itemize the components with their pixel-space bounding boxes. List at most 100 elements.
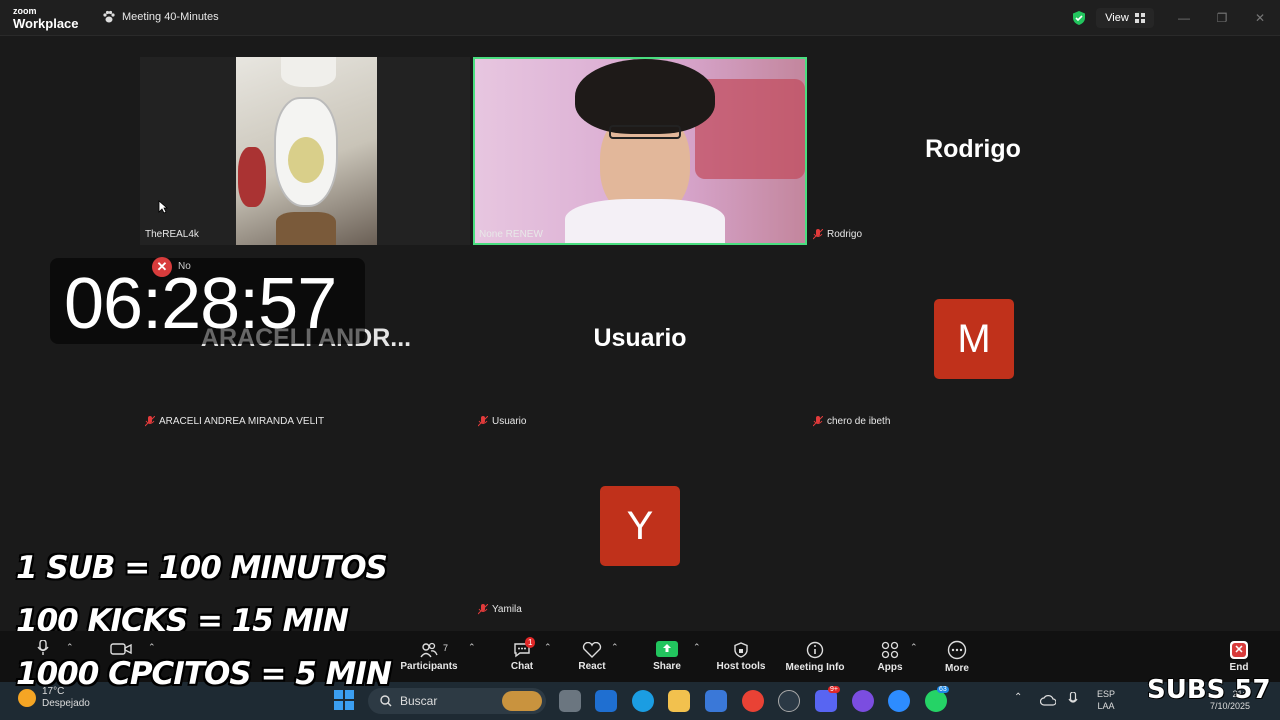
- mic-muted-icon: [813, 229, 823, 240]
- logo-line2: Workplace: [13, 16, 79, 31]
- maximize-icon[interactable]: ❐: [1212, 9, 1232, 27]
- overlay-no-label: No: [178, 261, 191, 272]
- participant-big-name: Rodrigo: [925, 135, 1021, 163]
- end-icon: ✕: [1230, 640, 1248, 659]
- host-shield-icon: [734, 641, 748, 658]
- tile-label-araceli: ARACELI ANDREA MIRANDA VELIT: [145, 416, 324, 427]
- avatar: Y: [600, 486, 680, 566]
- tile-label-usuario: Usuario: [478, 416, 526, 427]
- close-window-icon[interactable]: ✕: [1250, 9, 1270, 27]
- more-label: More: [945, 662, 969, 674]
- meeting-info-label: Meeting Info: [785, 661, 845, 673]
- countdown-timer: 06:28:57: [64, 264, 337, 344]
- participants-button[interactable]: Participants: [400, 631, 458, 682]
- participants-count: 7: [443, 643, 449, 653]
- video-tile-therealk[interactable]: TheREAL4k: [140, 57, 470, 245]
- tile-label-rodrigo: Rodrigo: [813, 229, 862, 240]
- video-camera-icon[interactable]: [110, 643, 132, 655]
- mic-muted-icon: [478, 604, 488, 615]
- react-caret-icon[interactable]: ⌃: [611, 642, 619, 653]
- more-button[interactable]: More: [940, 631, 974, 682]
- language-indicator[interactable]: ESP LAA: [1094, 688, 1118, 712]
- apps-button[interactable]: Apps: [874, 631, 906, 682]
- edge-icon[interactable]: [632, 690, 654, 712]
- cursor-icon: [158, 200, 168, 214]
- logo-line1: zoom: [13, 6, 37, 16]
- whatsapp-icon[interactable]: [925, 690, 947, 712]
- video-tile-none-renew[interactable]: None RENEW: [473, 57, 807, 245]
- video-options-caret-icon[interactable]: ⌃: [148, 642, 156, 653]
- participant-name: chero de ibeth: [827, 416, 891, 427]
- more-icon: [947, 640, 967, 659]
- heart-icon: [582, 641, 602, 658]
- participant-name: Yamila: [492, 604, 522, 615]
- ms-store-icon[interactable]: [705, 690, 727, 712]
- share-button[interactable]: Share: [648, 631, 686, 682]
- host-tools-button[interactable]: Host tools: [714, 631, 768, 682]
- windows-start-icon[interactable]: [334, 690, 354, 710]
- mic-muted-icon: [813, 416, 823, 427]
- participant-big-name: Usuario: [593, 324, 687, 352]
- video-tile-rodrigo[interactable]: Rodrigo Rodrigo: [808, 57, 1138, 245]
- app-circle-icon[interactable]: [852, 690, 874, 712]
- task-view-icon[interactable]: [559, 690, 581, 712]
- mic-muted-icon: [478, 416, 488, 427]
- whatsapp-badge: 63: [937, 686, 949, 693]
- subs-counter: SUBS 57: [1146, 674, 1271, 706]
- chrome-icon[interactable]: [742, 690, 764, 712]
- apps-icon: [881, 641, 899, 658]
- minimize-icon[interactable]: —: [1174, 9, 1194, 27]
- react-label: React: [578, 660, 606, 672]
- discord-icon[interactable]: [815, 690, 837, 712]
- close-icon[interactable]: ✕: [152, 257, 172, 277]
- chat-caret-icon[interactable]: ⌃: [544, 642, 552, 653]
- paw-icon: [103, 10, 115, 23]
- zoom-logo: zoom Workplace: [13, 6, 79, 31]
- tray-overflow-icon[interactable]: ⌃: [1014, 692, 1022, 703]
- video-tile-chero[interactable]: M chero de ibeth: [808, 247, 1138, 433]
- security-shield-icon[interactable]: [1071, 10, 1087, 26]
- participant-name: ARACELI ANDREA MIRANDA VELIT: [159, 416, 325, 427]
- info-icon: [806, 641, 824, 658]
- promo-line-1: 1 SUB = 100 MINUTOS: [15, 549, 389, 587]
- meeting-info-button[interactable]: Meeting Info: [782, 631, 848, 682]
- participant-name: Usuario: [492, 416, 527, 427]
- mic-options-caret-icon[interactable]: ⌃: [66, 642, 74, 653]
- search-placeholder: Buscar: [400, 694, 438, 708]
- tray-mic-icon[interactable]: [1068, 692, 1078, 707]
- share-caret-icon[interactable]: ⌃: [693, 642, 701, 653]
- share-screen-icon: [656, 641, 678, 657]
- obs-icon[interactable]: [778, 690, 800, 712]
- lang-line1: ESP: [1096, 689, 1115, 699]
- outlook-icon[interactable]: [595, 690, 617, 712]
- avatar: M: [934, 299, 1014, 379]
- tile-label-none-renew: None RENEW: [479, 229, 543, 240]
- participant-name: None RENEW: [479, 229, 543, 240]
- zoom-app-icon[interactable]: [888, 690, 910, 712]
- participants-icon: [420, 642, 438, 657]
- video-feed-toilet: [236, 57, 377, 245]
- share-label: Share: [653, 661, 681, 672]
- tile-label-chero: chero de ibeth: [813, 416, 890, 427]
- end-label: End: [1229, 661, 1249, 673]
- title-bar: zoom Workplace Meeting 40-Minutes View —…: [0, 0, 1280, 36]
- meeting-title-text: Meeting 40-Minutes: [122, 11, 219, 23]
- lang-line2: LAA: [1097, 701, 1115, 711]
- apps-caret-icon[interactable]: ⌃: [910, 642, 918, 653]
- video-tile-usuario[interactable]: Usuario Usuario: [473, 247, 807, 433]
- search-icon: [380, 695, 392, 707]
- view-button[interactable]: View: [1096, 8, 1154, 28]
- cloud-icon[interactable]: [1040, 694, 1056, 706]
- react-button[interactable]: React: [574, 631, 610, 682]
- video-tile-yamila[interactable]: Y Yamila: [473, 436, 807, 622]
- view-label: View: [1105, 12, 1129, 24]
- participants-caret-icon[interactable]: ⌃: [468, 642, 476, 653]
- taskbar-search[interactable]: Buscar: [368, 688, 546, 714]
- file-explorer-icon[interactable]: [668, 690, 690, 712]
- microphone-icon[interactable]: [37, 640, 49, 656]
- discord-badge: 9+: [828, 686, 840, 693]
- meeting-title[interactable]: Meeting 40-Minutes: [102, 10, 219, 24]
- search-highlight-icon: [502, 691, 542, 711]
- participant-name: Rodrigo: [827, 229, 863, 240]
- tile-label-therealk: TheREAL4k: [145, 229, 199, 240]
